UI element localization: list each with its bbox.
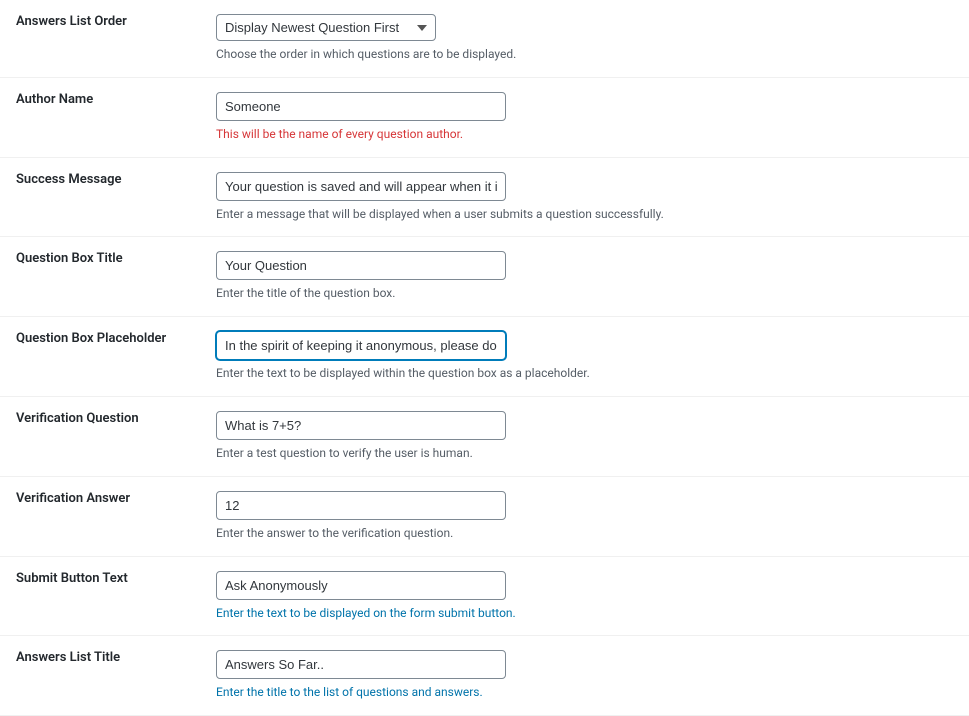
input-cell-verification-question: Enter a test question to verify the user… [200, 396, 969, 476]
hint-answers-list-order: Choose the order in which questions are … [216, 46, 953, 63]
settings-row-verification-answer: Verification Answer Enter the answer to t… [0, 476, 969, 556]
input-question-box-placeholder[interactable] [216, 331, 506, 360]
input-verification-answer[interactable] [216, 491, 506, 520]
input-cell-question-box-placeholder: Enter the text to be displayed within th… [200, 317, 969, 397]
settings-row-success-message: Success Message Enter a message that will… [0, 157, 969, 237]
label-success-message: Success Message [0, 157, 200, 237]
hint-author-name: This will be the name of every question … [216, 126, 953, 143]
hint-verification-answer: Enter the answer to the verification que… [216, 525, 953, 542]
hint-question-box-title: Enter the title of the question box. [216, 285, 953, 302]
label-answers-list-order: Answers List Order [0, 0, 200, 77]
input-cell-author-name: This will be the name of every question … [200, 77, 969, 157]
label-question-box-placeholder: Question Box Placeholder [0, 317, 200, 397]
input-author-name[interactable] [216, 92, 506, 121]
label-verification-question: Verification Question [0, 396, 200, 476]
settings-row-author-name: Author Name This will be the name of ever… [0, 77, 969, 157]
hint-question-box-placeholder: Enter the text to be displayed within th… [216, 365, 953, 382]
label-verification-answer: Verification Answer [0, 476, 200, 556]
input-submit-button-text[interactable] [216, 571, 506, 600]
label-question-box-title: Question Box Title [0, 237, 200, 317]
input-cell-answers-list-title: Enter the title to the list of questions… [200, 636, 969, 716]
settings-row-submit-button-text: Submit Button Text Enter the text to be d… [0, 556, 969, 636]
hint-submit-button-text: Enter the text to be displayed on the fo… [216, 605, 953, 622]
input-cell-success-message: Enter a message that will be displayed w… [200, 157, 969, 237]
hint-answers-list-title: Enter the title to the list of questions… [216, 684, 953, 701]
input-cell-answers-list-order: Display Newest Question FirstDisplay Old… [200, 0, 969, 77]
label-answers-list-title: Answers List Title [0, 636, 200, 716]
settings-table: Answers List Order Display Newest Questio… [0, 0, 969, 716]
input-success-message[interactable] [216, 172, 506, 201]
input-question-box-title[interactable] [216, 251, 506, 280]
settings-row-verification-question: Verification Question Enter a test questi… [0, 396, 969, 476]
input-cell-question-box-title: Enter the title of the question box. [200, 237, 969, 317]
label-submit-button-text: Submit Button Text [0, 556, 200, 636]
hint-success-message: Enter a message that will be displayed w… [216, 206, 953, 223]
input-answers-list-title[interactable] [216, 650, 506, 679]
settings-row-answers-list-order: Answers List Order Display Newest Questio… [0, 0, 969, 77]
label-author-name: Author Name [0, 77, 200, 157]
input-verification-question[interactable] [216, 411, 506, 440]
settings-row-question-box-placeholder: Question Box Placeholder Enter the text t… [0, 317, 969, 397]
select-answers-list-order[interactable]: Display Newest Question FirstDisplay Old… [216, 14, 436, 41]
input-cell-verification-answer: Enter the answer to the verification que… [200, 476, 969, 556]
settings-row-question-box-title: Question Box Title Enter the title of the… [0, 237, 969, 317]
hint-verification-question: Enter a test question to verify the user… [216, 445, 953, 462]
settings-row-answers-list-title: Answers List Title Enter the title to the… [0, 636, 969, 716]
input-cell-submit-button-text: Enter the text to be displayed on the fo… [200, 556, 969, 636]
